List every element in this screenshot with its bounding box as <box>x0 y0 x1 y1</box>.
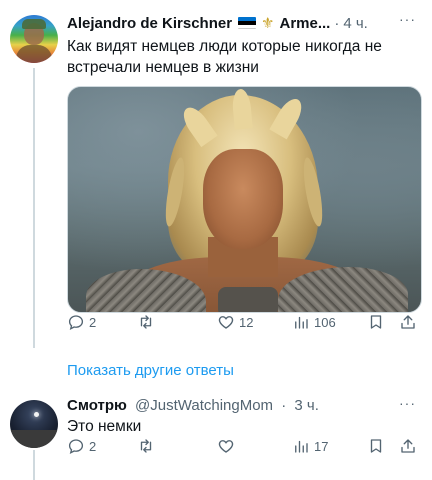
tweet-reply-2[interactable]: Смотрю @JustWatchingMom · 3 ч. ··· Это н… <box>0 0 432 455</box>
reply-count: 2 <box>89 314 97 330</box>
share-icon <box>401 315 415 329</box>
reply-icon <box>68 315 84 331</box>
tweet-text: Это немки <box>67 418 142 435</box>
bookmark-icon <box>370 439 382 453</box>
share-button[interactable] <box>399 437 417 455</box>
tweet-image[interactable] <box>67 86 422 313</box>
reply-icon <box>68 439 84 455</box>
heart-icon <box>218 316 234 329</box>
like-count: 12 <box>239 314 254 330</box>
tweet-header: Смотрю @JustWatchingMom · 3 ч. <box>67 397 319 414</box>
separator-dot: · <box>281 397 287 414</box>
bookmark-button[interactable] <box>367 313 385 331</box>
reply-button[interactable]: 2 <box>67 313 96 331</box>
views-button[interactable]: 106 <box>292 313 336 331</box>
retweet-icon <box>140 315 152 329</box>
avatar[interactable] <box>10 400 58 448</box>
views-count: 106 <box>314 314 336 330</box>
views-count: 17 <box>314 438 329 454</box>
share-icon <box>401 439 415 453</box>
like-button[interactable]: 12 <box>217 313 253 331</box>
thread-line <box>33 450 35 480</box>
more-dots-icon[interactable]: ··· <box>399 395 416 411</box>
bookmark-icon <box>370 315 382 329</box>
author-name[interactable]: Смотрю <box>67 397 127 414</box>
retweet-button[interactable] <box>137 313 155 331</box>
views-icon <box>295 316 308 329</box>
bookmark-button[interactable] <box>367 437 385 455</box>
reply-button[interactable]: 2 <box>67 437 96 455</box>
retweet-icon <box>140 439 152 453</box>
retweet-button[interactable] <box>137 437 155 455</box>
reply-count: 2 <box>89 438 97 454</box>
like-button[interactable] <box>217 437 235 455</box>
author-handle[interactable]: @JustWatchingMom <box>135 397 273 414</box>
heart-icon <box>218 440 234 453</box>
views-icon <box>295 440 308 453</box>
views-button[interactable]: 17 <box>292 437 328 455</box>
share-button[interactable] <box>399 313 417 331</box>
show-more-replies-link[interactable]: Показать другие ответы <box>67 362 234 379</box>
timestamp[interactable]: 3 ч. <box>294 397 319 414</box>
